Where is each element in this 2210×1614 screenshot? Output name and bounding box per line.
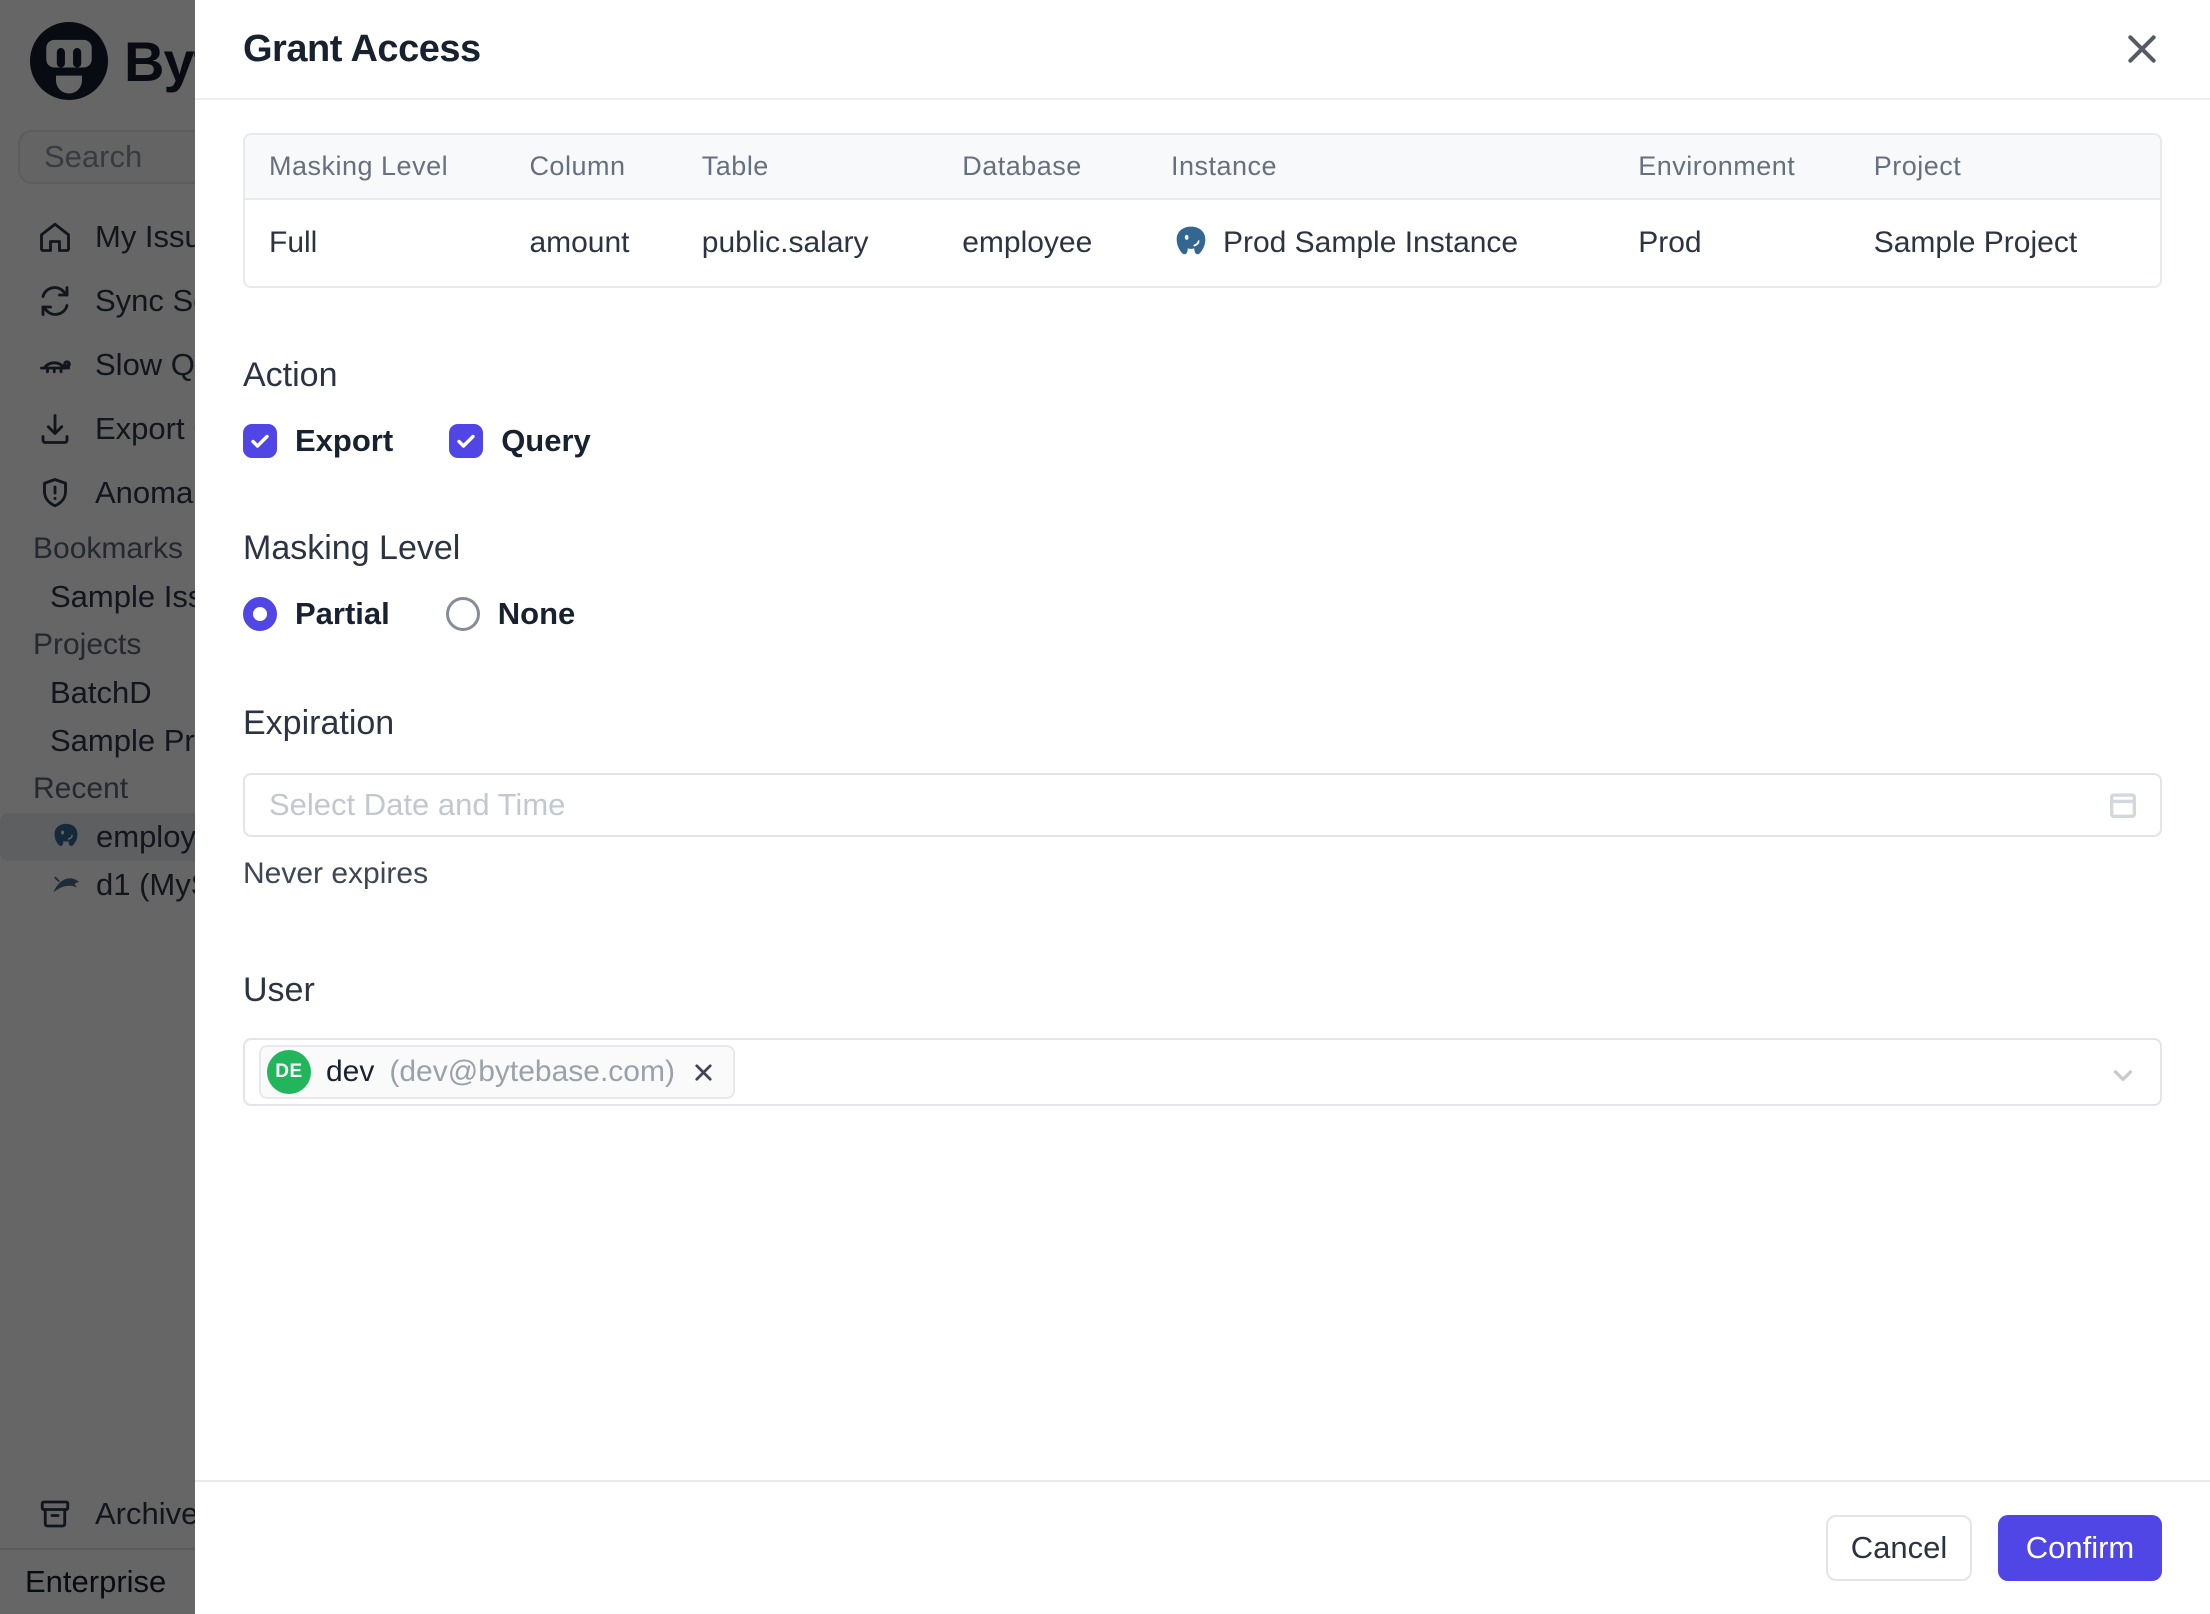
checkbox-checked-icon <box>449 424 484 458</box>
user-heading: User <box>243 971 315 1009</box>
masking-level-heading: Masking Level <box>243 529 461 567</box>
cancel-button[interactable]: Cancel <box>1826 1515 1972 1581</box>
modal-body: Masking Level Column Table Database Inst… <box>195 100 2210 1480</box>
col-header-table: Table <box>677 135 939 200</box>
col-header-column: Column <box>505 135 678 200</box>
export-checkbox[interactable]: Export <box>243 423 393 459</box>
expiration-heading: Expiration <box>243 704 395 742</box>
modal-header: Grant Access <box>195 0 2210 100</box>
calendar-icon[interactable] <box>2106 788 2140 822</box>
chevron-down-icon[interactable] <box>2108 1060 2138 1090</box>
remove-user-button[interactable] <box>690 1059 717 1086</box>
cell-table: public.salary <box>677 199 939 286</box>
cell-column: amount <box>505 199 678 286</box>
user-select[interactable]: DE dev (dev@bytebase.com) <box>243 1038 2162 1106</box>
grant-access-modal: Grant Access Masking Level Column Table … <box>195 0 2210 1614</box>
modal-title: Grant Access <box>243 27 481 70</box>
action-heading: Action <box>243 356 338 394</box>
col-header-environment: Environment <box>1614 135 1850 200</box>
expiration-note: Never expires <box>243 857 429 890</box>
cell-instance: Prod Sample Instance <box>1146 199 1615 286</box>
user-email: (dev@bytebase.com) <box>389 1055 675 1088</box>
expiration-datetime-input[interactable] <box>243 773 2162 837</box>
checkbox-label: Query <box>501 423 591 458</box>
radio-selected-icon <box>243 597 277 631</box>
cell-masking-level: Full <box>245 199 506 286</box>
cell-database: employee <box>938 199 1147 286</box>
close-icon <box>2128 35 2156 63</box>
table-row: Full amount public.salary employee Prod … <box>245 199 2160 286</box>
query-checkbox[interactable]: Query <box>449 423 591 459</box>
radio-label: Partial <box>295 596 390 631</box>
masking-level-options: Partial None <box>243 596 2162 632</box>
checkbox-checked-icon <box>243 424 277 458</box>
col-header-masking-level: Masking Level <box>245 135 506 200</box>
avatar: DE <box>267 1050 311 1094</box>
modal-footer: Cancel Confirm <box>195 1480 2210 1614</box>
partial-radio[interactable]: Partial <box>243 596 390 632</box>
checkbox-label: Export <box>295 423 394 458</box>
close-icon <box>695 1063 712 1081</box>
radio-label: None <box>497 596 576 631</box>
col-header-project: Project <box>1849 135 2160 200</box>
table-header-row: Masking Level Column Table Database Inst… <box>245 135 2160 200</box>
user-name: dev <box>326 1055 375 1088</box>
confirm-button[interactable]: Confirm <box>1998 1515 2162 1581</box>
radio-unselected-icon <box>445 597 480 631</box>
col-header-database: Database <box>938 135 1147 200</box>
action-options: Export Query <box>243 423 2162 459</box>
cell-project: Sample Project <box>1849 199 2160 286</box>
postgres-icon <box>1176 226 1206 255</box>
user-tag: DE dev (dev@bytebase.com) <box>259 1045 735 1099</box>
access-summary-table: Masking Level Column Table Database Inst… <box>243 133 2162 288</box>
cell-environment: Prod <box>1614 199 1850 286</box>
col-header-instance: Instance <box>1146 135 1615 200</box>
instance-name: Prod Sample Instance <box>1222 226 1519 259</box>
close-button[interactable] <box>2118 25 2166 73</box>
none-radio[interactable]: None <box>445 596 576 632</box>
